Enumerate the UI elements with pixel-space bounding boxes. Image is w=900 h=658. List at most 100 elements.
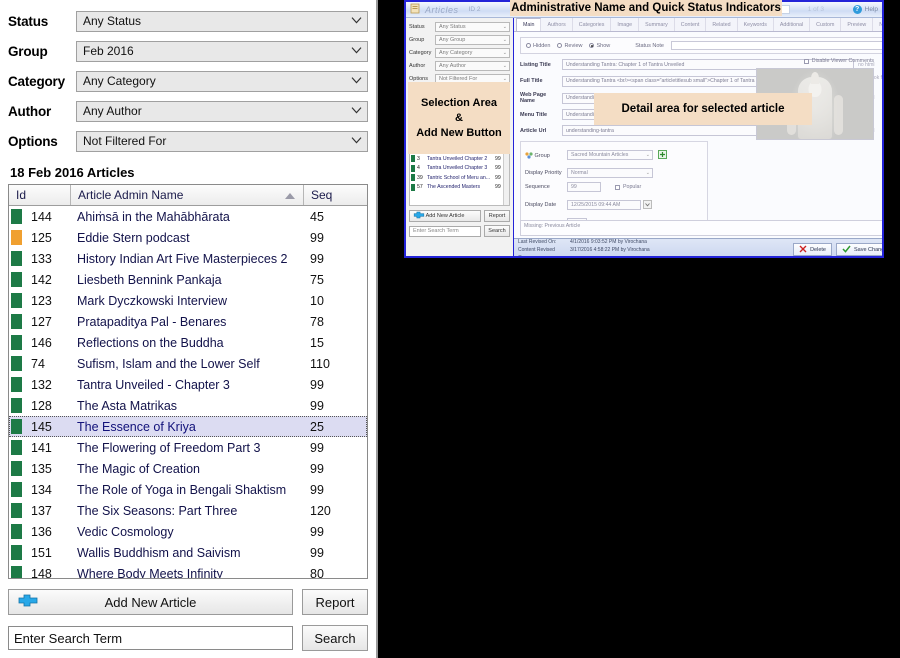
cell-article-name: History Indian Art Five Masterpieces 2 <box>77 251 288 266</box>
table-row[interactable]: 146 Reflections on the Buddha 15 <box>9 332 367 353</box>
radio-hidden[interactable]: Hidden <box>526 43 550 49</box>
group-dropdown[interactable]: Sacred Mountain Articles ⌄ <box>567 150 653 160</box>
missing-previous-article-memo[interactable]: Missing: Previous Article <box>520 220 882 236</box>
status-filter-dropdown[interactable]: Any Status <box>76 10 368 32</box>
status-note-input[interactable] <box>671 41 882 50</box>
filter-row-group: Group Feb 2016 <box>8 36 368 66</box>
table-row[interactable]: 135 The Magic of Creation 99 <box>9 458 367 479</box>
cell-seq: 99 <box>310 440 324 455</box>
mini-filter-dropdown[interactable]: Any Author ⌄ <box>435 60 510 71</box>
status-indicator-swatch <box>11 482 22 497</box>
radio-review-label: Review <box>564 42 583 49</box>
add-new-article-label: Add New Article <box>104 594 197 610</box>
tab-main[interactable]: Main <box>516 18 542 31</box>
article-grid-body: 144 Ahiṁsā in the Mahābhārata 45 125 Eddie S… <box>9 206 367 578</box>
radio-show[interactable]: Show <box>589 43 610 49</box>
mini-table-row[interactable]: 57 The Ascended Masters 99 <box>410 183 509 193</box>
last-revised-line: Last Revised On: 4/1/2016 9:03:52 PM by … <box>518 238 789 246</box>
table-row[interactable]: 145 The Essence of Kriya 25 <box>9 416 367 437</box>
disable-viewer-comments-checkbox[interactable]: Disable Viewer Comments <box>803 58 875 64</box>
callout-detail-area: Detail area for selected article <box>594 93 812 125</box>
detail-field-label: Full Title <box>520 78 543 84</box>
mini-table-row[interactable]: 4 Tantra Unveiled Chapter 3 99 <box>410 164 509 174</box>
tab-additional[interactable]: Additional <box>774 18 811 31</box>
calendar-dropdown-icon[interactable] <box>643 196 652 214</box>
status-indicator-swatch <box>11 566 22 578</box>
report-button[interactable]: Report <box>302 589 368 615</box>
table-row[interactable]: 125 Eddie Stern podcast 99 <box>9 227 367 248</box>
table-row[interactable]: 127 Pratapaditya Pal - Benares 78 <box>9 311 367 332</box>
mini-search-input[interactable]: Enter Search Term <box>409 225 481 237</box>
status-indicator-swatch <box>11 419 22 434</box>
table-row[interactable]: 151 Wallis Buddhism and Saivism 99 <box>9 542 367 563</box>
delete-button[interactable]: Delete <box>793 243 832 256</box>
tab-custom[interactable]: Custom <box>810 18 842 31</box>
add-new-article-button[interactable]: Add New Article <box>8 589 293 615</box>
display-priority-row: Display Priority Normal ⌄ <box>525 168 703 178</box>
table-row[interactable]: 74 Sufism, Islam and the Lower Self 110 <box>9 353 367 374</box>
group-filter-dropdown[interactable]: Feb 2016 <box>76 40 368 62</box>
mini-filter-dropdown[interactable]: Any Group ⌄ <box>435 34 510 45</box>
article-grid-header: Id Article Admin Name Seq <box>9 185 367 206</box>
action-button-row: Add New Article Report <box>0 579 376 615</box>
help-button[interactable]: ? Help <box>852 5 878 14</box>
mini-cell-article-name: Tantra Unveiled Chapter 3 <box>427 165 488 172</box>
statue-arm-right-shape <box>834 95 844 135</box>
column-header-id[interactable]: Id <box>9 185 71 205</box>
mini-table-row[interactable]: 3 Tantra Unveiled Chapter 2 99 <box>410 154 509 164</box>
detail-field-label: Menu Title <box>520 111 548 118</box>
sequence-value: 99 <box>571 184 577 190</box>
cell-article-name: Vedic Cosmology <box>77 524 174 539</box>
tab-content[interactable]: Content <box>675 18 707 31</box>
category-filter-dropdown[interactable]: Any Category <box>76 70 368 92</box>
disable-comments-label: Disable Viewer Comments <box>811 58 875 64</box>
table-row[interactable]: 141 The Flowering of Freedom Part 3 99 <box>9 437 367 458</box>
mini-filter-dropdown[interactable]: Any Status ⌄ <box>435 21 510 32</box>
tab-summary[interactable]: Summary <box>639 18 675 31</box>
display-date-input[interactable]: 12/25/2015 09:44 AM <box>567 200 641 210</box>
table-row[interactable]: 136 Vedic Cosmology 99 <box>9 521 367 542</box>
add-group-button[interactable] <box>658 146 667 164</box>
radio-review[interactable]: Review <box>557 43 582 49</box>
column-header-article-admin-name[interactable]: Article Admin Name <box>71 185 304 205</box>
table-row[interactable]: 123 Mark Dyczkowski Interview 10 <box>9 290 367 311</box>
mini-add-new-article-button[interactable]: Add New Article <box>409 210 481 222</box>
search-button[interactable]: Search <box>302 625 368 651</box>
popular-checkbox[interactable]: Popular <box>615 184 641 190</box>
tab-preview[interactable]: Preview <box>841 18 874 31</box>
cell-seq: 99 <box>310 377 324 392</box>
display-priority-dropdown[interactable]: Normal ⌄ <box>567 168 653 178</box>
tab-keywords[interactable]: Keywords <box>738 18 774 31</box>
tab-authors[interactable]: Authors <box>541 18 573 31</box>
tab-categories[interactable]: Categories <box>573 18 612 31</box>
mini-search-button[interactable]: Search <box>484 225 510 237</box>
mini-table-row[interactable]: 39 Tantric School of Meru an... 99 <box>410 173 509 183</box>
mini-filter-dropdown[interactable]: Any Category ⌄ <box>435 47 510 58</box>
tab-related[interactable]: Related <box>706 18 738 31</box>
column-header-seq[interactable]: Seq <box>304 185 367 205</box>
sequence-input[interactable]: 99 <box>567 182 601 192</box>
table-row[interactable]: 148 Where Body Meets Infinity 80 <box>9 563 367 578</box>
table-row[interactable]: 128 The Asta Matrikas 99 <box>9 395 367 416</box>
author-filter-dropdown[interactable]: Any Author <box>76 100 368 122</box>
mini-report-button[interactable]: Report <box>484 210 510 222</box>
table-row[interactable]: 134 The Role of Yoga in Bengali Shaktism 9… <box>9 479 367 500</box>
cell-id: 146 <box>31 335 52 350</box>
table-row[interactable]: 142 Liesbeth Bennink Pankaja 75 <box>9 269 367 290</box>
status-indicator-swatch <box>11 293 22 308</box>
cell-id: 127 <box>31 314 52 329</box>
save-changes-button[interactable]: Save Changes <box>835 243 882 256</box>
chevron-down-icon <box>351 16 362 25</box>
cell-article-name: The Role of Yoga in Bengali Shaktism <box>77 482 287 497</box>
tab-image[interactable]: Image <box>611 18 640 31</box>
table-row[interactable]: 133 History Indian Art Five Masterpieces … <box>9 248 367 269</box>
chevron-down-icon: ⌄ <box>645 152 650 158</box>
table-row[interactable]: 144 Ahiṁsā in the Mahābhārata 45 <box>9 206 367 227</box>
mini-search-row: Enter Search Term Search <box>409 225 510 237</box>
table-row[interactable]: 137 The Six Seasons: Part Three 120 <box>9 500 367 521</box>
options-filter-dropdown[interactable]: Not Filtered For <box>76 130 368 152</box>
search-input[interactable]: Enter Search Term <box>8 626 293 650</box>
cell-article-name: The Flowering of Freedom Part 3 <box>77 440 261 455</box>
table-row[interactable]: 132 Tantra Unveiled - Chapter 3 99 <box>9 374 367 395</box>
tab-notes[interactable]: Notes <box>873 18 882 31</box>
